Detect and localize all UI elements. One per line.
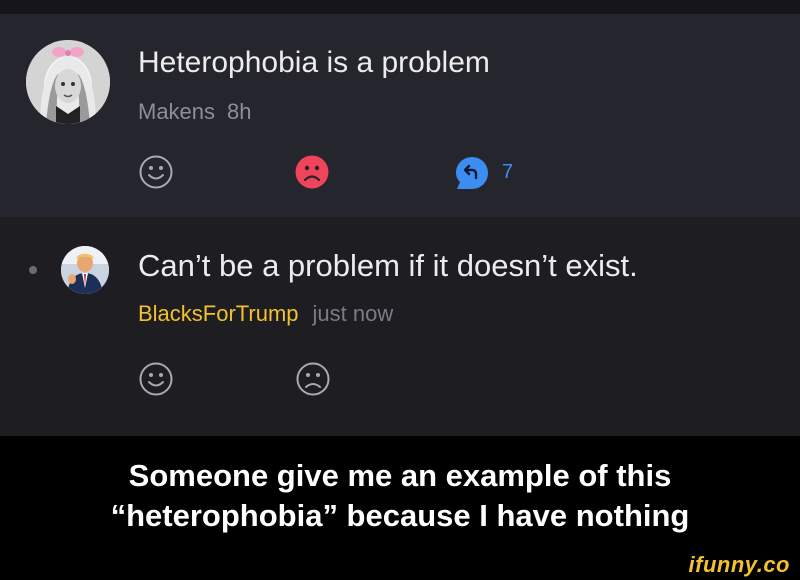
reply-author-avatar-image <box>61 246 109 294</box>
reply-like-smiley-icon[interactable] <box>138 361 174 397</box>
post-time: 8h <box>227 99 252 124</box>
reply-dislike-frown-icon[interactable] <box>295 361 331 397</box>
reply-meta: BlacksForTrump just now <box>138 301 393 327</box>
post-username[interactable]: Makens <box>138 99 215 124</box>
ifunny-watermark: ifunny.co <box>688 552 790 577</box>
caption-line-1: Someone give me an example of this <box>128 458 672 493</box>
reply-username[interactable]: BlacksForTrump <box>138 301 299 326</box>
caption-line-2: “heterophobia” because I have nothing <box>110 498 690 533</box>
meme-caption: Someone give me an example of this “hete… <box>0 456 800 536</box>
like-smiley-icon[interactable] <box>138 154 174 190</box>
reply-bubble-icon[interactable] <box>454 155 490 191</box>
reply-count[interactable]: 7 <box>502 160 513 184</box>
post-author-avatar[interactable] <box>26 40 110 124</box>
post-meta: Makens 8h <box>138 99 252 125</box>
reply-text[interactable]: Can’t be a problem if it doesn’t exist. <box>138 249 638 283</box>
post-author-avatar-image <box>26 40 110 124</box>
dislike-frown-icon[interactable] <box>294 154 330 190</box>
thread-indicator-dot <box>29 266 37 274</box>
top-strip <box>0 0 800 14</box>
post-card <box>0 14 800 217</box>
reply-time: just now <box>312 301 394 326</box>
post-title[interactable]: Heterophobia is a problem <box>138 46 490 80</box>
reply-author-avatar[interactable] <box>61 246 109 294</box>
